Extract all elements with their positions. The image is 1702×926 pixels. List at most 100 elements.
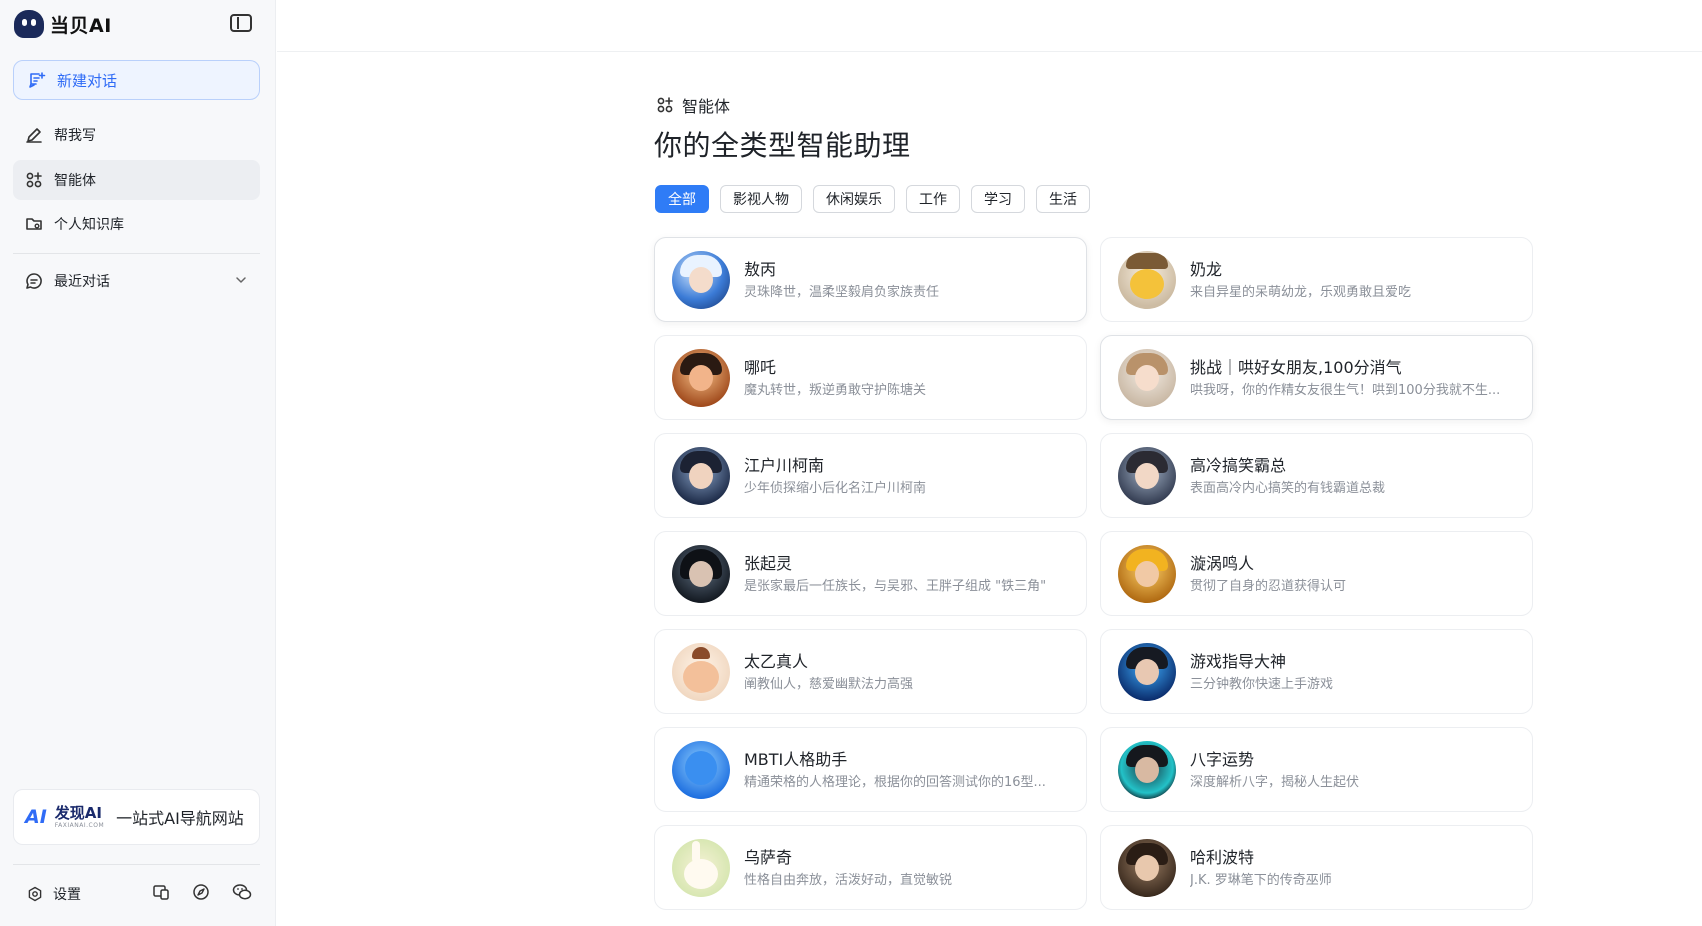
- sidebar-item-label: 个人知识库: [54, 217, 124, 233]
- avatar: [672, 839, 730, 897]
- agent-desc: 深度解析八字，揭秘人生起伏: [1190, 775, 1360, 790]
- agent-name: 高冷搞笑霸总: [1190, 456, 1287, 475]
- tab-life[interactable]: 生活: [1036, 185, 1090, 213]
- agent-desc: 表面高冷内心搞笑的有钱霸道总裁: [1190, 481, 1386, 496]
- sidebar-item-agents[interactable]: 智能体: [13, 160, 260, 200]
- folder-icon: [24, 214, 44, 234]
- agent-name: 江户川柯南: [744, 456, 825, 475]
- settings-button[interactable]: 设置: [13, 884, 81, 904]
- pen-icon: [24, 125, 44, 145]
- new-chat-button[interactable]: 新建对话: [13, 60, 260, 100]
- agent-desc: 魔丸转世，叛逆勇敢守护陈塘关: [744, 383, 927, 398]
- agent-desc: J.K. 罗琳笔下的传奇巫师: [1190, 873, 1332, 888]
- brand[interactable]: 当贝AI: [14, 10, 112, 38]
- agent-card[interactable]: 奶龙 来自异星的呆萌幼龙，乐观勇敢且爱吃: [1100, 237, 1533, 322]
- agent-card[interactable]: 张起灵 是张家最后一任族长，与吴邪、王胖子组成 "铁三角": [654, 531, 1087, 616]
- wechat-icon[interactable]: [232, 883, 252, 905]
- apps-icon: [24, 170, 44, 190]
- agent-card[interactable]: 高冷搞笑霸总 表面高冷内心搞笑的有钱霸道总裁: [1100, 433, 1533, 518]
- agent-name: 敖丙: [744, 260, 777, 279]
- agent-name: 乌萨奇: [744, 848, 793, 867]
- agent-desc: 三分钟教你快速上手游戏: [1190, 677, 1334, 692]
- devices-icon[interactable]: [152, 883, 170, 905]
- agent-card[interactable]: MBTI人格助手 精通荣格的人格理论，根据你的回答测试你的16型...: [654, 727, 1087, 812]
- agent-desc: 是张家最后一任族长，与吴邪、王胖子组成 "铁三角": [744, 579, 1047, 594]
- sidebar: 当贝AI 新建对话 帮我写 智能体 个人知识库 最近对话 AI 发现AI FAX…: [0, 0, 276, 926]
- agent-desc: 精通荣格的人格理论，根据你的回答测试你的16型...: [744, 775, 1046, 790]
- agent-name: 哈利波特: [1190, 848, 1255, 867]
- new-chat-label: 新建对话: [57, 71, 118, 90]
- promo-logo: 发现AI FAXIANAI.COM: [54, 803, 105, 829]
- page-title: 你的全类型智能助理: [654, 129, 911, 162]
- tab-work[interactable]: 工作: [906, 185, 960, 213]
- sidebar-divider: [13, 253, 260, 254]
- section-header: 智能体: [655, 93, 730, 117]
- compass-icon[interactable]: [192, 883, 210, 905]
- agent-desc: 来自异星的呆萌幼龙，乐观勇敢且爱吃: [1190, 285, 1412, 300]
- avatar: [1118, 741, 1176, 799]
- agent-desc: 阐教仙人，慈爱幽默法力高强: [744, 677, 914, 692]
- agent-card[interactable]: 挑战｜哄好女朋友,100分消气 哄我呀，你的作精女友很生气！哄到100分我就不生…: [1100, 335, 1533, 420]
- settings-label: 设置: [53, 887, 81, 903]
- settings-icon: [25, 884, 45, 904]
- sidebar-item-recent[interactable]: 最近对话: [13, 261, 260, 301]
- promo-tagline: 一站式AI导航网站: [116, 809, 244, 828]
- avatar: [672, 643, 730, 701]
- agent-name: 奶龙: [1190, 260, 1223, 279]
- apps-icon: [655, 95, 675, 115]
- avatar: [672, 741, 730, 799]
- agent-card[interactable]: 游戏指导大神 三分钟教你快速上手游戏: [1100, 629, 1533, 714]
- agent-name: 挑战｜哄好女朋友,100分消气: [1190, 358, 1402, 377]
- avatar: [1118, 545, 1176, 603]
- tab-study[interactable]: 学习: [971, 185, 1025, 213]
- brand-name: 当贝AI: [50, 14, 112, 37]
- tab-film-characters[interactable]: 影视人物: [720, 185, 802, 213]
- sidebar-footer: 设置: [13, 876, 260, 912]
- promo-logo-sub: FAXIANAI.COM: [54, 821, 105, 829]
- agent-card[interactable]: 敖丙 灵珠降世，温柔坚毅肩负家族责任: [654, 237, 1087, 322]
- category-tabs: 全部 影视人物 休闲娱乐 工作 学习 生活: [655, 185, 1090, 213]
- agent-name: MBTI人格助手: [744, 750, 848, 769]
- avatar: [672, 349, 730, 407]
- avatar: [672, 251, 730, 309]
- avatar: [672, 447, 730, 505]
- agent-card[interactable]: 哈利波特 J.K. 罗琳笔下的传奇巫师: [1100, 825, 1533, 910]
- section-label: 智能体: [682, 97, 731, 116]
- new-chat-icon: [27, 70, 47, 90]
- agent-desc: 哄我呀，你的作精女友很生气！哄到100分我就不生...: [1190, 383, 1501, 398]
- agent-card[interactable]: 八字运势 深度解析八字，揭秘人生起伏: [1100, 727, 1533, 812]
- agent-card[interactable]: 太乙真人 阐教仙人，慈爱幽默法力高强: [654, 629, 1087, 714]
- tab-all[interactable]: 全部: [655, 185, 709, 213]
- sidebar-divider-bottom: [13, 864, 260, 865]
- agent-card[interactable]: 漩涡鸣人 贯彻了自身的忍道获得认可: [1100, 531, 1533, 616]
- agent-name: 游戏指导大神: [1190, 652, 1287, 671]
- avatar: [1118, 447, 1176, 505]
- agent-desc: 灵珠降世，温柔坚毅肩负家族责任: [744, 285, 940, 300]
- footer-icons: [152, 883, 260, 905]
- sidebar-item-label: 智能体: [54, 173, 96, 189]
- agent-desc: 少年侦探缩小后化名江户川柯南: [744, 481, 927, 496]
- header-divider: [277, 51, 1702, 52]
- avatar: [1118, 839, 1176, 897]
- sidebar-item-write[interactable]: 帮我写: [13, 115, 260, 155]
- agent-card[interactable]: 哪吒 魔丸转世，叛逆勇敢守护陈塘关: [654, 335, 1087, 420]
- promo-ai-icon: AI: [25, 806, 47, 828]
- sidebar-toggle-icon[interactable]: [230, 14, 252, 32]
- tab-leisure[interactable]: 休闲娱乐: [813, 185, 895, 213]
- chat-bubble-icon: [24, 271, 44, 291]
- agent-name: 太乙真人: [744, 652, 809, 671]
- app-window: 当贝AI 新建对话 帮我写 智能体 个人知识库 最近对话 AI 发现AI FAX…: [0, 0, 1702, 926]
- agent-name: 张起灵: [744, 554, 793, 573]
- promo-logo-text: 发现AI: [54, 803, 102, 822]
- sidebar-item-knowledge[interactable]: 个人知识库: [13, 204, 260, 244]
- agent-card[interactable]: 乌萨奇 性格自由奔放，活泼好动，直觉敏锐: [654, 825, 1087, 910]
- promo-banner[interactable]: AI 发现AI FAXIANAI.COM 一站式AI导航网站: [13, 789, 260, 845]
- chevron-down-icon[interactable]: [234, 273, 248, 291]
- sidebar-item-label: 最近对话: [54, 274, 110, 290]
- avatar: [672, 545, 730, 603]
- agent-name: 哪吒: [744, 358, 777, 377]
- sidebar-item-label: 帮我写: [54, 128, 96, 144]
- agent-desc: 性格自由奔放，活泼好动，直觉敏锐: [744, 873, 953, 888]
- avatar: [1118, 643, 1176, 701]
- agent-card[interactable]: 江户川柯南 少年侦探缩小后化名江户川柯南: [654, 433, 1087, 518]
